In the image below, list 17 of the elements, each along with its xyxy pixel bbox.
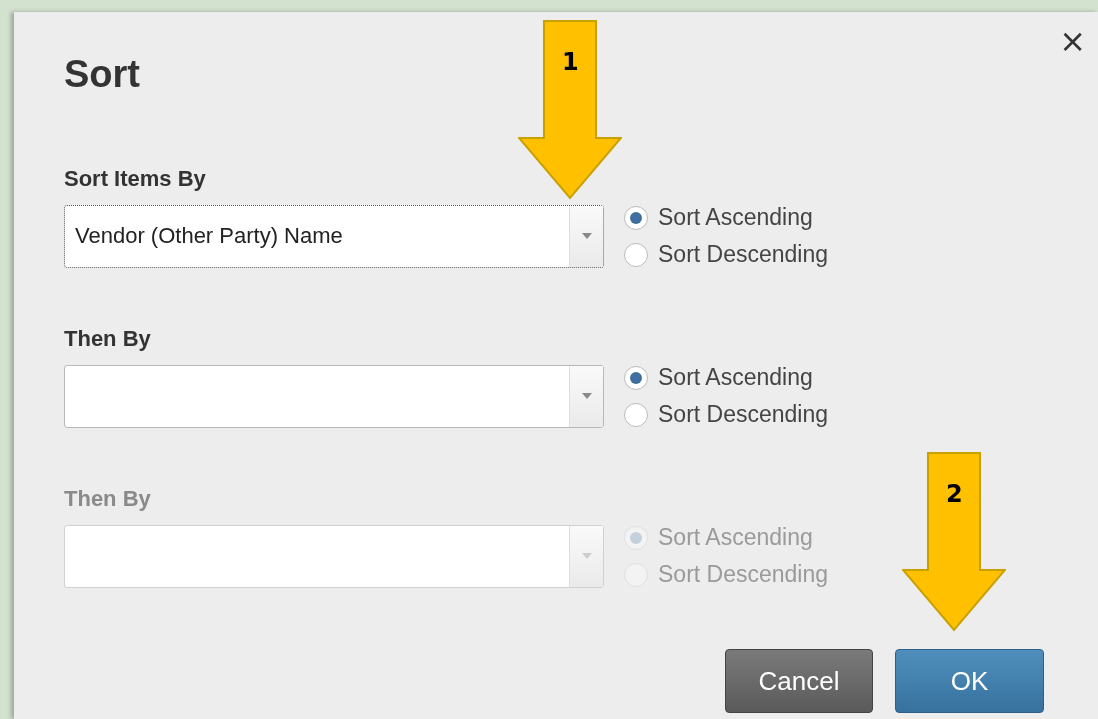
callout-number: 2 [946,480,963,508]
field-label: Sort Items By [64,166,206,192]
sort-radio[interactable]: Sort Descending [624,401,829,428]
sort-radio[interactable]: Sort Descending [624,241,829,268]
sort-radio[interactable]: Sort Ascending [624,364,829,391]
dialog-title: Sort [64,52,140,96]
sort-dropdown[interactable] [64,364,604,428]
caret-icon [581,553,592,559]
field-label: Then By [64,486,151,512]
sort-radio[interactable]: Sort Ascending [624,204,829,231]
cancel-button[interactable]: Cancel [725,649,873,713]
ok-button[interactable]: OK [895,649,1044,713]
callout-number: 1 [562,48,579,76]
field-label: Then By [64,326,151,352]
sort-dropdown[interactable]: Vendor (Other Party) Name [64,204,604,268]
caret-icon [581,233,592,239]
caret-icon [581,393,592,399]
